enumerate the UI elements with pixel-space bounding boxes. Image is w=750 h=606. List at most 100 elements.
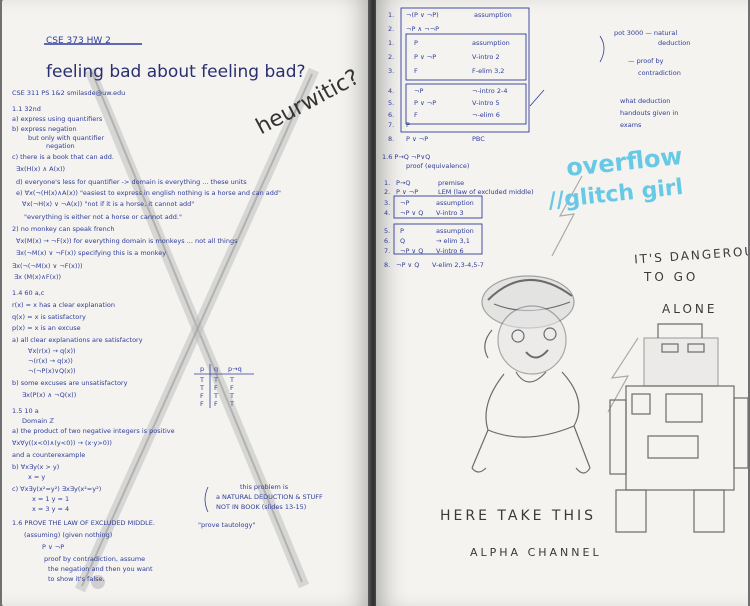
proof-line-number: 7. — [384, 247, 391, 255]
note-line: (assuming) (given nothing) — [24, 531, 113, 539]
proof-statement: F — [414, 111, 418, 119]
note-line: ¬(r(x) → q(x)) — [28, 357, 73, 365]
note-line: b) express negation — [12, 125, 77, 133]
truth-table-header: p→q — [228, 365, 242, 373]
proof-line-number: 4. — [384, 209, 391, 217]
note-line: a) the product of two negative integers … — [12, 427, 175, 435]
note-line: to show it's false. — [48, 575, 105, 583]
note-line: p(x) = x is an excuse — [12, 324, 81, 332]
proof-line-number: 2. — [384, 188, 391, 196]
proof-statement: ¬P ∨ Q — [400, 247, 424, 255]
note-line: 1.6 PROVE THE LAW OF EXCLUDED MIDDLE. — [12, 519, 155, 527]
proof-justification: assumption — [436, 199, 474, 207]
truth-table-cell: T — [230, 400, 234, 408]
sketch-robot — [609, 323, 748, 533]
note-line: a) express using quantifiers — [12, 115, 103, 123]
proof-statement: ¬P — [414, 87, 424, 95]
proof-justification: ¬-elim 6 — [472, 111, 500, 119]
note-line: ∃x(H(x) ∧ A(x)) — [16, 165, 66, 173]
side-note: pot 3000 — natural — [614, 29, 678, 37]
proof-line-number: 5. — [388, 99, 395, 107]
note-line: q(x) = x is satisfactory — [12, 313, 86, 321]
side-note: — proof by — [628, 57, 664, 65]
proof-statement: P — [406, 121, 410, 129]
proof-line-number: 6. — [384, 237, 391, 245]
proof-statement: ¬P — [400, 199, 410, 207]
note-line: ∀x∀y((x<0)∧(y<0)) → (x·y>0)) — [12, 439, 112, 447]
dangerous-line2: TO GO — [644, 270, 699, 284]
proof-justification: assumption — [472, 39, 510, 47]
contact-line: CSE 311 PS 1&2 smilasde@uw.edu — [12, 89, 126, 97]
note-line: and a counterexample — [12, 451, 86, 459]
truth-table-cell: T — [200, 376, 204, 384]
note-line: ∀x(M(x) → ¬F(x)) for everything domain i… — [16, 237, 238, 245]
proof-justification: assumption — [436, 227, 474, 235]
note-line: ∃x(¬(¬M(x) ∨ ¬F(x))) — [12, 262, 83, 270]
side-note: exams — [620, 121, 642, 129]
take-this-text: HERE TAKE THIS — [440, 508, 597, 524]
truth-table-cell: F — [230, 384, 234, 392]
truth-table-cell: F — [214, 384, 218, 392]
proof-justification: V-intro 5 — [472, 99, 500, 107]
note-line: 1.5 10 a — [12, 407, 39, 415]
side-note: what deduction — [620, 97, 671, 105]
proof-justification: V-intro 2 — [472, 53, 500, 61]
side-note: contradiction — [638, 69, 681, 77]
proof-statement: Q — [400, 237, 406, 245]
truth-table-cell: F — [200, 392, 204, 400]
sketchbook-spread: CSE 373 HW 2 feeling bad about feeling b… — [0, 0, 750, 606]
side-note: deduction — [658, 39, 691, 47]
note-line: b) some excuses are unsatisfactory — [12, 379, 128, 387]
note-line: x = 3 y = 4 — [32, 505, 70, 513]
proof-statement: ¬P ∨ Q — [400, 209, 424, 217]
proof-justification: PBC — [472, 135, 485, 143]
truth-table-cell: F — [200, 400, 204, 408]
proof-justification: ¬-intro 2-4 — [472, 87, 508, 95]
truth-table-header: p — [200, 365, 205, 373]
proof-statement: F — [414, 67, 418, 75]
top-strike-title: CSE 373 HW 2 — [46, 36, 111, 46]
note-line: ∀x(r(x) → q(x)) — [28, 347, 76, 355]
note-line: but only with quantifier — [28, 134, 105, 142]
note-line: ∃x(¬M(x) ∨ ¬F(x)) specifying this is a m… — [16, 249, 167, 257]
proof-line-number: 5. — [384, 227, 391, 235]
proof-justification: assumption — [474, 11, 512, 19]
proof-statement: ¬P ∧ ¬¬P — [406, 25, 440, 33]
note-line: Domain ℤ — [22, 417, 55, 425]
note-line: ¬(¬P(x)∨Q(x)) — [28, 367, 76, 375]
proof-justification: LEM (law of excluded middle) — [438, 188, 534, 196]
proof-statement: P ∨ ¬P — [406, 135, 429, 143]
proof-line-number: 2. — [388, 25, 395, 33]
note-line: c) there is a book that can add. — [12, 153, 114, 161]
note-line: c) ∀x∃y(x²=y²) ∃x∃y(x²=y²) — [12, 485, 102, 493]
proof-line-number: 7. — [388, 121, 395, 129]
note-line: negation — [46, 142, 75, 150]
note-line: x = 1 y = 1 — [32, 495, 70, 503]
page-heading: feeling bad about feeling bad? — [46, 62, 306, 82]
proof-line-number: 3. — [384, 199, 391, 207]
proof-statement: P ∨ ¬P — [414, 53, 437, 61]
side-note: "prove tautology" — [198, 521, 256, 529]
side-note: this problem is — [240, 483, 289, 491]
proof-statement: ¬P ∨ Q — [396, 261, 420, 269]
truth-table-cell: T — [214, 392, 218, 400]
proof-line-number: 3. — [388, 67, 395, 75]
note-line: the negation and then you want — [48, 565, 153, 573]
note-line: 1.4 60 a,c — [12, 289, 45, 297]
truth-table-cell: T — [230, 392, 234, 400]
note-line: proof by contradiction, assume — [44, 555, 146, 563]
note-line: 1.1 32nd — [12, 105, 41, 113]
proof-statement: P — [414, 39, 418, 47]
proof-statement: P ∨ ¬P — [396, 188, 419, 196]
proof-justification: V-elim 2,3-4,5-7 — [432, 261, 484, 269]
alpha-channel-text: ALPHA CHANNEL — [470, 546, 602, 559]
side-note: NOT IN BOOK (slides 13-15) — [216, 503, 307, 511]
note-line: ∃x (M(x)∧F(x)) — [14, 273, 62, 281]
side-note: a NATURAL DEDUCTION & STUFF — [216, 493, 323, 501]
note-line: "everything is either not a horse or can… — [24, 213, 182, 221]
truth-table-cell: F — [214, 400, 218, 408]
side-note: handouts given in — [620, 109, 679, 117]
proof-line-number: 2. — [388, 53, 395, 61]
note-line: ∀x(¬H(x) ∨ ¬A(x)) "not if it is a horse,… — [22, 200, 195, 208]
proof-justification: premise — [438, 179, 465, 187]
